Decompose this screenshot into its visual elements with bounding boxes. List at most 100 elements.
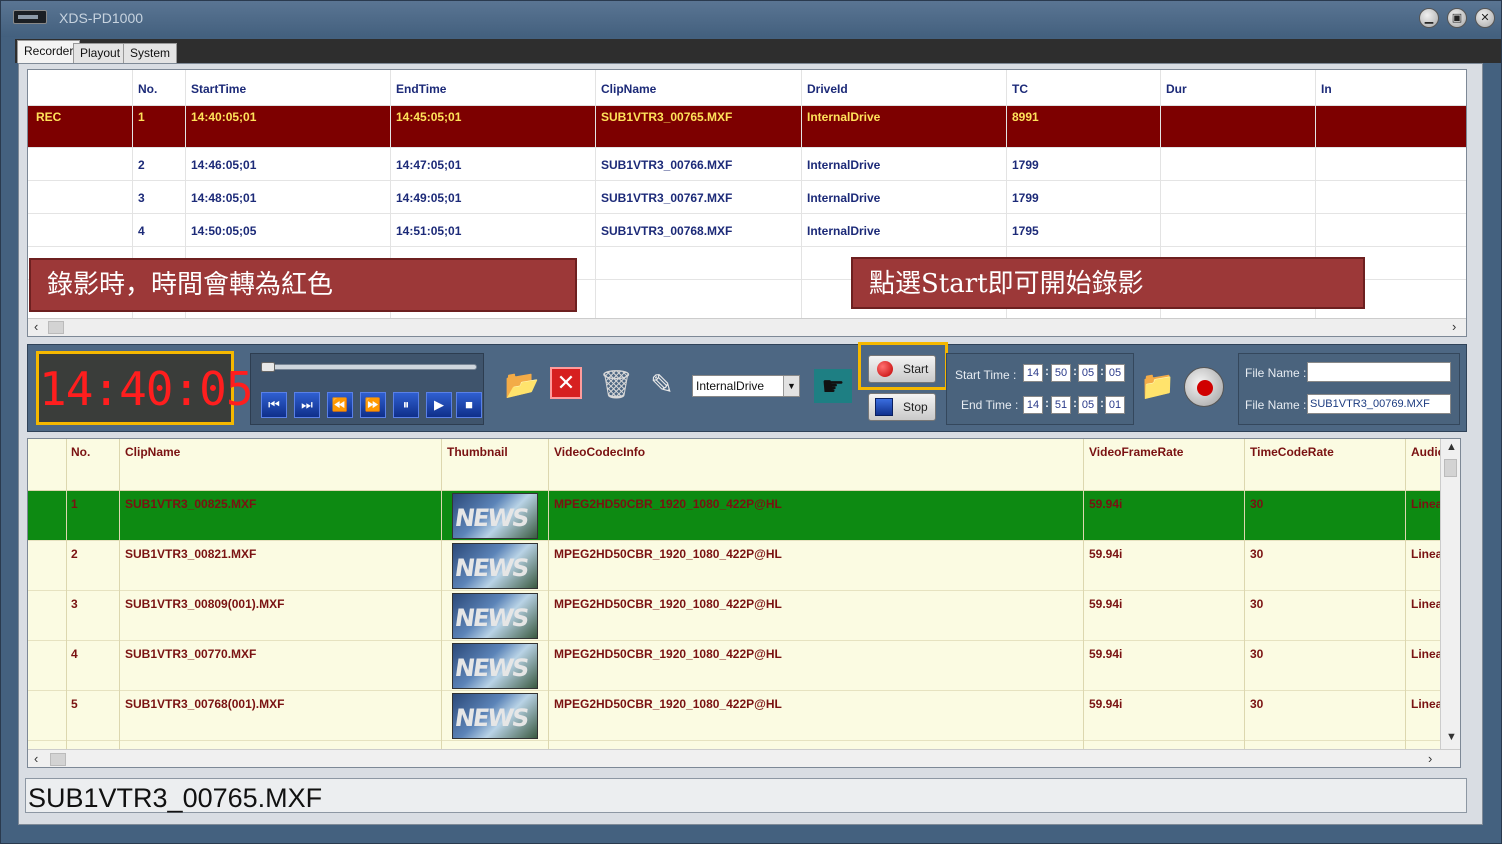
cell-drive: InternalDrive xyxy=(807,158,881,172)
thumb-news-text: NEWS xyxy=(453,554,530,582)
col-dur[interactable]: Dur xyxy=(1166,82,1187,96)
drive-select-value: InternalDrive xyxy=(696,379,765,393)
end-hh[interactable]: 14 xyxy=(1023,396,1043,414)
cell-start: 14:46:05;01 xyxy=(191,158,257,172)
cell-drive: InternalDrive xyxy=(807,191,881,205)
cell-tc: 1799 xyxy=(1012,191,1039,205)
list-item[interactable]: 5 SUB1VTR3_00768(001).MXF NEWS MPEG2HD50… xyxy=(28,691,1442,741)
thumbnail-image: NEWS xyxy=(452,593,538,639)
cell-tcrate: 30 xyxy=(1250,547,1264,561)
edit-save-icon[interactable]: ✎ xyxy=(644,367,680,403)
scroll-thumb[interactable] xyxy=(48,321,64,334)
trash-icon[interactable]: 🗑 xyxy=(598,367,634,403)
col-driveid[interactable]: DriveId xyxy=(807,82,848,96)
close-button[interactable]: ✕ xyxy=(1475,8,1495,28)
skip-start-icon[interactable]: ⏮ xyxy=(261,392,287,418)
cell-no: 4 xyxy=(138,224,145,238)
chevron-down-icon[interactable]: ▼ xyxy=(783,376,799,396)
sep: : xyxy=(1073,396,1077,410)
col-tc[interactable]: TC xyxy=(1012,82,1028,96)
start-mm[interactable]: 50 xyxy=(1051,364,1071,382)
pointer-hand-icon[interactable]: ☛ xyxy=(814,369,852,403)
record-icon[interactable] xyxy=(1184,367,1224,407)
start-ff[interactable]: 05 xyxy=(1105,364,1125,382)
scroll-left-icon[interactable]: ‹ xyxy=(34,751,38,766)
tab-playout[interactable]: Playout xyxy=(73,43,128,63)
seek-bar[interactable] xyxy=(261,362,477,372)
start-ss[interactable]: 05 xyxy=(1078,364,1098,382)
schedule-hscrollbar[interactable]: ‹ › xyxy=(28,318,1466,336)
list-item[interactable]: 2 SUB1VTR3_00821.MXF NEWS MPEG2HD50CBR_1… xyxy=(28,541,1442,591)
start-button[interactable]: Start xyxy=(868,355,936,383)
col-starttime[interactable]: StartTime xyxy=(191,82,246,96)
table-row[interactable]: 3 14:48:05;01 14:49:05;01 SUB1VTR3_00767… xyxy=(28,181,1466,214)
cell-clip: SUB1VTR3_00825.MXF xyxy=(125,497,257,511)
play-icon[interactable]: ▶ xyxy=(426,392,452,418)
cell-codec: MPEG2HD50CBR_1920_1080_422P@HL xyxy=(554,697,782,711)
scroll-left-icon[interactable]: ‹ xyxy=(34,319,38,334)
col-videocodec[interactable]: VideoCodecInfo xyxy=(554,445,645,459)
cell-audio: Linea xyxy=(1411,547,1443,561)
end-ss[interactable]: 05 xyxy=(1078,396,1098,414)
thumb-news-text: NEWS xyxy=(453,504,530,532)
cell-fps: 59.94i xyxy=(1089,547,1123,561)
table-row[interactable]: 2 14:46:05;01 14:47:05;01 SUB1VTR3_00766… xyxy=(28,148,1466,181)
minimize-button[interactable]: ▁ xyxy=(1419,8,1439,28)
col-framerate[interactable]: VideoFrameRate xyxy=(1089,445,1183,459)
file-name-input[interactable] xyxy=(1307,362,1451,382)
grid-line xyxy=(1083,439,1084,749)
col-tcrate[interactable]: TimeCodeRate xyxy=(1250,445,1334,459)
clips-hscrollbar[interactable]: ‹ › xyxy=(28,749,1460,767)
delete-x-icon[interactable]: ✕ xyxy=(550,367,582,399)
maximize-button[interactable]: ▣ xyxy=(1447,8,1467,28)
end-ff[interactable]: 01 xyxy=(1105,396,1125,414)
cell-codec: MPEG2HD50CBR_1920_1080_422P@HL xyxy=(554,597,782,611)
stop-button[interactable]: Stop xyxy=(868,393,936,421)
seek-knob[interactable] xyxy=(261,362,275,372)
cell-codec: MPEG2HD50CBR_1920_1080_422P@HL xyxy=(554,497,782,511)
clips-vscrollbar[interactable]: ▲ ▼ xyxy=(1440,439,1460,749)
scroll-thumb[interactable] xyxy=(1444,459,1457,477)
stop-label: Stop xyxy=(903,400,928,414)
end-mm[interactable]: 51 xyxy=(1051,396,1071,414)
cell-clip: SUB1VTR3_00766.MXF xyxy=(601,158,733,172)
rewind-icon[interactable]: ⏪ xyxy=(327,392,353,418)
cell-no: 3 xyxy=(138,191,145,205)
list-item[interactable]: 1 SUB1VTR3_00825.MXF NEWS MPEG2HD50CBR_1… xyxy=(28,491,1442,541)
tab-system[interactable]: System xyxy=(123,43,178,63)
status-bar: SUB1VTR3_00765.MXF xyxy=(25,778,1467,813)
folder-add-icon[interactable]: 📁 xyxy=(1140,371,1175,401)
table-row[interactable]: REC 1 14:40:05;01 14:45:05;01 SUB1VTR3_0… xyxy=(28,106,1466,148)
pause-icon[interactable]: ⏸ xyxy=(393,392,419,418)
col-in[interactable]: In xyxy=(1321,82,1332,96)
rec-status: REC xyxy=(36,110,62,124)
cell-end: 14:49:05;01 xyxy=(396,191,462,205)
col-endtime[interactable]: EndTime xyxy=(396,82,446,96)
scroll-right-icon[interactable]: › xyxy=(1428,751,1432,766)
skip-end-icon[interactable]: ⏭ xyxy=(294,392,320,418)
list-item[interactable]: 3 SUB1VTR3_00809(001).MXF NEWS MPEG2HD50… xyxy=(28,591,1442,641)
col-no[interactable]: No. xyxy=(138,82,157,96)
fast-forward-icon[interactable]: ⏩ xyxy=(360,392,386,418)
cell-start: 14:48:05;01 xyxy=(191,191,257,205)
cell-end: 14:47:05;01 xyxy=(396,158,462,172)
open-folder-icon[interactable]: 📂 xyxy=(504,367,540,403)
scroll-up-icon[interactable]: ▲ xyxy=(1446,441,1457,453)
col-thumbnail[interactable]: Thumbnail xyxy=(447,445,508,459)
cell-no: 1 xyxy=(71,497,78,511)
start-hh[interactable]: 14 xyxy=(1023,364,1043,382)
tab-recorder[interactable]: Recorder xyxy=(17,40,81,63)
col-clipname[interactable]: ClipName xyxy=(601,82,656,96)
scroll-right-icon[interactable]: › xyxy=(1452,319,1456,334)
stop-icon[interactable]: ■ xyxy=(456,392,482,418)
col-clipname[interactable]: ClipName xyxy=(125,445,180,459)
list-item[interactable]: 4 SUB1VTR3_00770.MXF NEWS MPEG2HD50CBR_1… xyxy=(28,641,1442,691)
cell-fps: 59.94i xyxy=(1089,697,1123,711)
scroll-thumb[interactable] xyxy=(50,753,66,766)
table-row[interactable]: 4 14:50:05;05 14:51:05;01 SUB1VTR3_00768… xyxy=(28,214,1466,247)
col-no[interactable]: No. xyxy=(71,445,90,459)
scroll-down-icon[interactable]: ▼ xyxy=(1446,731,1457,743)
sep: : xyxy=(1100,396,1104,410)
file-name-input-2[interactable]: SUB1VTR3_00769.MXF xyxy=(1307,394,1451,414)
drive-select[interactable]: InternalDrive ▼ xyxy=(692,375,800,397)
